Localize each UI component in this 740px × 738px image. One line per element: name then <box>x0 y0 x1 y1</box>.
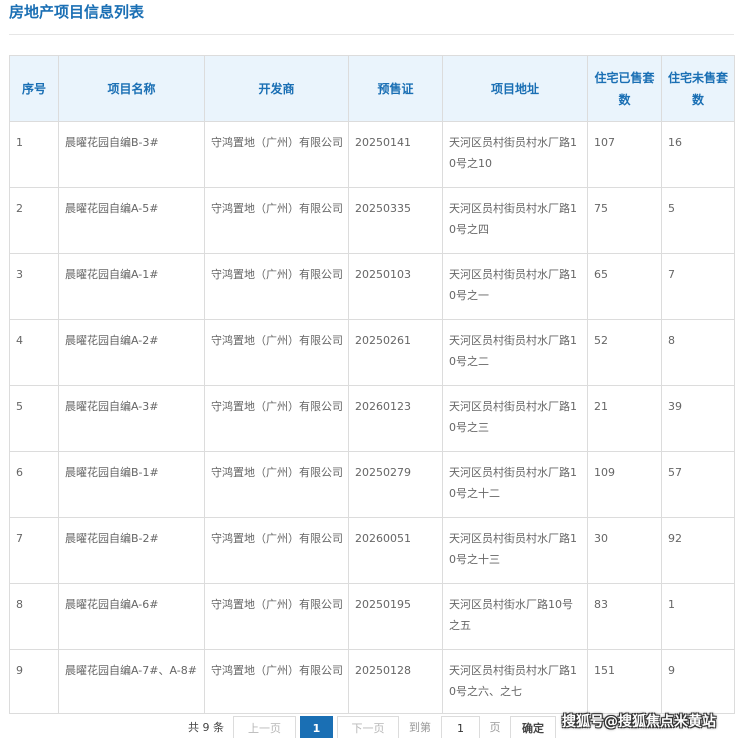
cell-sold: 21 <box>587 385 662 452</box>
cell-no: 3 <box>9 253 59 320</box>
cell-no: 5 <box>9 385 59 452</box>
table-row: 4 晨曜花园自编A-2# 守鸿置地（广州）有限公司 20250261 天河区员村… <box>9 319 735 386</box>
cell-sold: 83 <box>587 583 662 650</box>
cell-name: 晨曜花园自编A-5# <box>58 187 205 254</box>
cell-sold: 52 <box>587 319 662 386</box>
cell-name: 晨曜花园自编A-2# <box>58 319 205 386</box>
table-header-row: 序号 项目名称 开发商 预售证 项目地址 住宅已售套数 住宅未售套数 <box>9 55 735 122</box>
cell-address: 天河区员村街员村水厂路10号之二 <box>442 319 588 386</box>
cell-name: 晨曜花园自编A-7#、A-8# <box>58 649 205 714</box>
cell-unsold: 9 <box>661 649 735 714</box>
cell-developer: 守鸿置地（广州）有限公司 <box>204 319 349 386</box>
cell-address: 天河区员村街员村水厂路10号之十二 <box>442 451 588 518</box>
table-row: 8 晨曜花园自编A-6# 守鸿置地（广州）有限公司 20250195 天河区员村… <box>9 583 735 650</box>
cell-developer: 守鸿置地（广州）有限公司 <box>204 583 349 650</box>
cell-permit: 20250103 <box>348 253 443 320</box>
column-header-name: 项目名称 <box>58 55 205 122</box>
goto-confirm-button[interactable]: 确定 <box>510 716 556 738</box>
cell-permit: 20260051 <box>348 517 443 584</box>
page-unit-label: 页 <box>489 721 501 734</box>
cell-sold: 65 <box>587 253 662 320</box>
page-title: 房地产项目信息列表 <box>9 3 145 21</box>
table-row: 3 晨曜花园自编A-1# 守鸿置地（广州）有限公司 20250103 天河区员村… <box>9 253 735 320</box>
cell-address: 天河区员村街员村水厂路10号之四 <box>442 187 588 254</box>
table-row: 9 晨曜花园自编A-7#、A-8# 守鸿置地（广州）有限公司 20250128 … <box>9 649 735 714</box>
cell-unsold: 5 <box>661 187 735 254</box>
watermark: 搜狐号@搜狐焦点米黄站 <box>562 714 716 730</box>
cell-address: 天河区员村街员村水厂路10号之一 <box>442 253 588 320</box>
goto-page-input[interactable] <box>441 716 480 738</box>
cell-developer: 守鸿置地（广州）有限公司 <box>204 385 349 452</box>
cell-sold: 75 <box>587 187 662 254</box>
column-header-unsold: 住宅未售套数 <box>661 55 735 122</box>
cell-sold: 107 <box>587 121 662 188</box>
table-row: 7 晨曜花园自编B-2# 守鸿置地（广州）有限公司 20260051 天河区员村… <box>9 517 735 584</box>
cell-permit: 20250335 <box>348 187 443 254</box>
cell-name: 晨曜花园自编A-1# <box>58 253 205 320</box>
table-row: 2 晨曜花园自编A-5# 守鸿置地（广州）有限公司 20250335 天河区员村… <box>9 187 735 254</box>
table-row: 6 晨曜花园自编B-1# 守鸿置地（广州）有限公司 20250279 天河区员村… <box>9 451 735 518</box>
cell-sold: 151 <box>587 649 662 714</box>
cell-unsold: 1 <box>661 583 735 650</box>
cell-sold: 109 <box>587 451 662 518</box>
cell-permit: 20250195 <box>348 583 443 650</box>
cell-permit: 20250261 <box>348 319 443 386</box>
column-header-developer: 开发商 <box>204 55 349 122</box>
prev-page-button[interactable]: 上一页 <box>233 716 296 738</box>
cell-name: 晨曜花园自编A-6# <box>58 583 205 650</box>
cell-no: 8 <box>9 583 59 650</box>
title-divider <box>9 34 734 35</box>
cell-developer: 守鸿置地（广州）有限公司 <box>204 517 349 584</box>
cell-permit: 20250128 <box>348 649 443 714</box>
cell-unsold: 39 <box>661 385 735 452</box>
total-count: 共 9 条 <box>188 721 224 734</box>
cell-sold: 30 <box>587 517 662 584</box>
cell-permit: 20250141 <box>348 121 443 188</box>
next-page-button[interactable]: 下一页 <box>337 716 399 738</box>
cell-no: 6 <box>9 451 59 518</box>
cell-developer: 守鸿置地（广州）有限公司 <box>204 187 349 254</box>
cell-no: 9 <box>9 649 59 714</box>
goto-label: 到第 <box>409 721 431 734</box>
cell-developer: 守鸿置地（广州）有限公司 <box>204 451 349 518</box>
cell-unsold: 16 <box>661 121 735 188</box>
cell-name: 晨曜花园自编A-3# <box>58 385 205 452</box>
column-header-address: 项目地址 <box>442 55 588 122</box>
cell-address: 天河区员村街员村水厂路10号之六、之七 <box>442 649 588 714</box>
column-header-permit: 预售证 <box>348 55 443 122</box>
cell-no: 2 <box>9 187 59 254</box>
cell-developer: 守鸿置地（广州）有限公司 <box>204 253 349 320</box>
cell-unsold: 7 <box>661 253 735 320</box>
cell-permit: 20260123 <box>348 385 443 452</box>
cell-developer: 守鸿置地（广州）有限公司 <box>204 121 349 188</box>
cell-developer: 守鸿置地（广州）有限公司 <box>204 649 349 714</box>
table-row: 1 晨曜花园自编B-3# 守鸿置地（广州）有限公司 20250141 天河区员村… <box>9 121 735 188</box>
cell-name: 晨曜花园自编B-2# <box>58 517 205 584</box>
cell-unsold: 92 <box>661 517 735 584</box>
cell-no: 1 <box>9 121 59 188</box>
column-header-sold: 住宅已售套数 <box>587 55 662 122</box>
table-row: 5 晨曜花园自编A-3# 守鸿置地（广州）有限公司 20260123 天河区员村… <box>9 385 735 452</box>
cell-permit: 20250279 <box>348 451 443 518</box>
cell-name: 晨曜花园自编B-1# <box>58 451 205 518</box>
column-header-no: 序号 <box>9 55 59 122</box>
project-table: 序号 项目名称 开发商 预售证 项目地址 住宅已售套数 住宅未售套数 1 晨曜花… <box>9 55 735 714</box>
cell-unsold: 57 <box>661 451 735 518</box>
cell-address: 天河区员村街员村水厂路10号之十三 <box>442 517 588 584</box>
cell-address: 天河区员村街水厂路10号之五 <box>442 583 588 650</box>
cell-no: 4 <box>9 319 59 386</box>
cell-name: 晨曜花园自编B-3# <box>58 121 205 188</box>
cell-address: 天河区员村街员村水厂路10号之三 <box>442 385 588 452</box>
cell-address: 天河区员村街员村水厂路10号之10 <box>442 121 588 188</box>
cell-no: 7 <box>9 517 59 584</box>
page-1-button[interactable]: 1 <box>300 716 333 738</box>
cell-unsold: 8 <box>661 319 735 386</box>
